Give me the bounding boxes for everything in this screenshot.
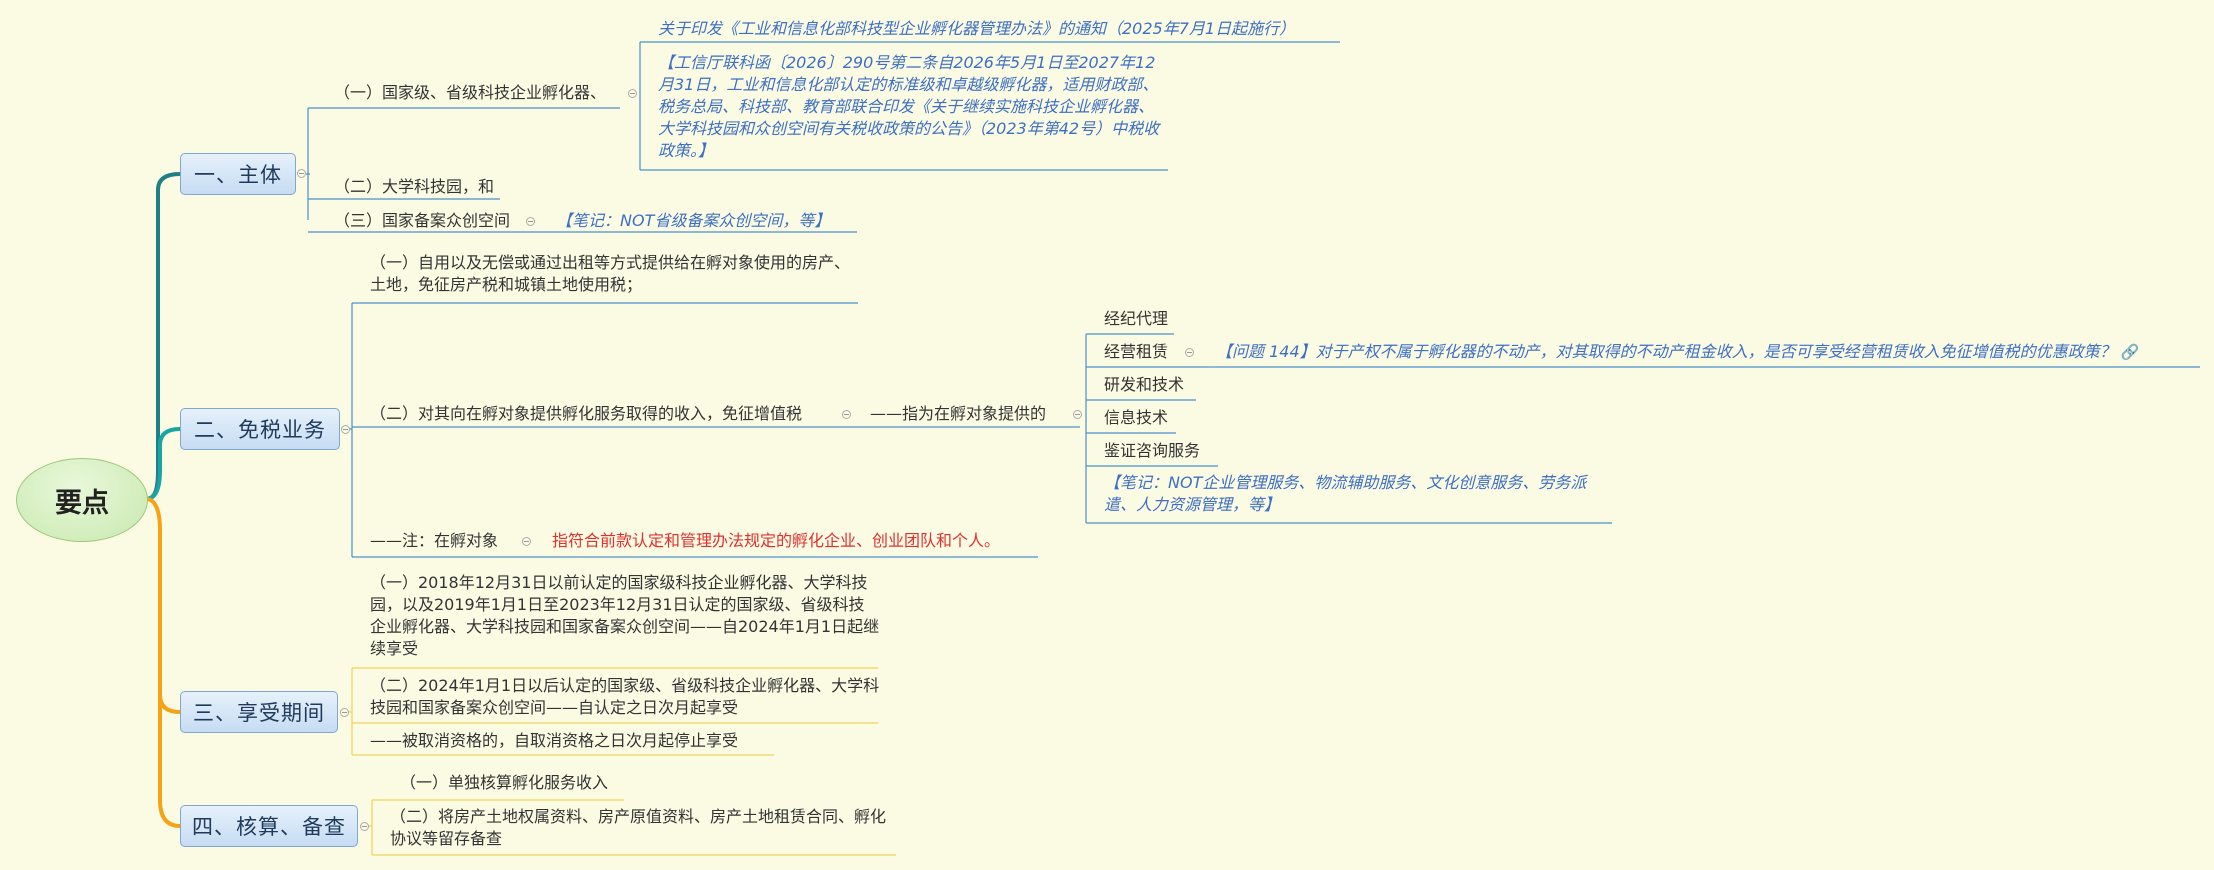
trunk-exempt <box>145 427 181 501</box>
exempt-note-text[interactable]: 指符合前款认定和管理办法规定的孵化企业、创业团队和个人。 <box>552 530 1000 552</box>
collapse-toggle-icon[interactable] <box>526 217 535 226</box>
branch-accounting-label: 四、核算、备查 <box>192 815 346 839</box>
subject-notice[interactable]: 关于印发《工业和信息化部科技型企业孵化器管理办法》的通知（2025年7月1日起施… <box>658 18 1295 40</box>
service-item[interactable]: 研发和技术 <box>1104 374 1184 396</box>
collapse-toggle-icon[interactable] <box>297 169 306 178</box>
branch-exempt[interactable]: 二、免税业务 <box>180 408 340 450</box>
link-icon[interactable]: 🔗 <box>2121 343 2140 361</box>
collapse-toggle-icon[interactable] <box>1185 348 1194 357</box>
exempt-note-label[interactable]: ——注：在孵对象 <box>370 530 498 552</box>
collapse-toggle-icon[interactable] <box>628 89 637 98</box>
service-item[interactable]: 信息技术 <box>1104 407 1168 429</box>
exempt-question-text: 【问题 144】对于产权不属于孵化器的不动产，对其取得的不动产租金收入，是否可享… <box>1216 342 2116 361</box>
collapse-toggle-icon[interactable] <box>341 425 350 434</box>
period-item-3[interactable]: ——被取消资格的，自取消资格之日次月起停止享受 <box>370 730 738 752</box>
root-label: 要点 <box>55 487 109 519</box>
trunk-subject <box>145 172 181 501</box>
subject-item-2[interactable]: （二）大学科技园，和 <box>334 176 494 198</box>
branch-period[interactable]: 三、享受期间 <box>180 691 338 733</box>
collapse-toggle-icon[interactable] <box>522 537 531 546</box>
period-item-1[interactable]: （一）2018年12月31日以前认定的国家级科技企业孵化器、大学科技园，以及20… <box>370 572 880 660</box>
exempt-item-2[interactable]: （二）对其向在孵对象提供孵化服务取得的收入，免征增值税 <box>370 403 802 425</box>
collapse-toggle-icon[interactable] <box>842 410 851 419</box>
service-item[interactable]: 经营租赁 <box>1104 341 1168 363</box>
accounting-item-2[interactable]: （二）将房产土地权属资料、房产原值资料、房产土地租赁合同、孵化协议等留存备查 <box>390 806 900 850</box>
exempt-refers[interactable]: ——指为在孵对象提供的 <box>870 403 1046 425</box>
branch-subject[interactable]: 一、主体 <box>180 153 296 195</box>
trunk-period <box>158 694 181 714</box>
branch-accounting[interactable]: 四、核算、备查 <box>180 805 358 847</box>
collapse-toggle-icon[interactable] <box>360 822 369 831</box>
exempt-question[interactable]: 【问题 144】对于产权不属于孵化器的不动产，对其取得的不动产租金收入，是否可享… <box>1216 341 2139 363</box>
trunk-lower <box>145 497 181 828</box>
subject-note[interactable]: 【笔记：NOT省级备案众创空间，等】 <box>556 210 830 232</box>
subject-item-3[interactable]: （三）国家备案众创空间 <box>334 210 510 232</box>
period-item-2[interactable]: （二）2024年1月1日以后认定的国家级、省级科技企业孵化器、大学科技园和国家备… <box>370 675 880 719</box>
service-item[interactable]: 鉴证咨询服务 <box>1104 440 1200 462</box>
branch-period-label: 三、享受期间 <box>193 701 325 725</box>
branch-exempt-label: 二、免税业务 <box>194 418 326 442</box>
accounting-item-1[interactable]: （一）单独核算孵化服务收入 <box>400 772 608 794</box>
collapse-toggle-icon[interactable] <box>340 708 349 717</box>
services-note[interactable]: 【笔记：NOT企业管理服务、物流辅助服务、文化创意服务、劳务派遣、人力资源管理，… <box>1104 472 1614 516</box>
root-node[interactable]: 要点 <box>16 458 148 542</box>
collapse-toggle-icon[interactable] <box>1073 410 1082 419</box>
service-item[interactable]: 经纪代理 <box>1104 308 1168 330</box>
exempt-item-1[interactable]: （一）自用以及无偿或通过出租等方式提供给在孵对象使用的房产、土地，免征房产税和城… <box>370 252 860 296</box>
subject-item-1[interactable]: （一）国家级、省级科技企业孵化器、 <box>334 82 606 104</box>
subject-policy[interactable]: 【工信厅联科函〔2026〕290号第二条自2026年5月1日至2027年12月3… <box>658 52 1168 162</box>
branch-subject-label: 一、主体 <box>194 163 282 187</box>
